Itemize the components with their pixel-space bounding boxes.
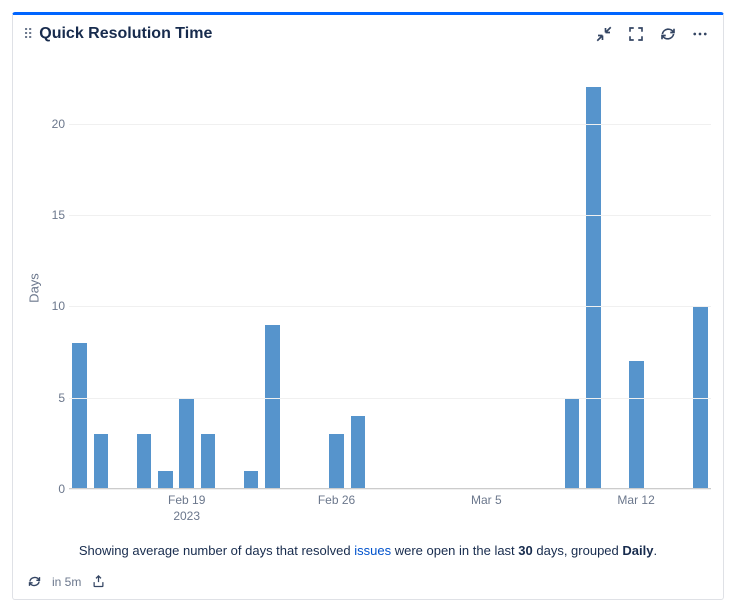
chart-bar[interactable] — [351, 416, 366, 489]
desc-mid1: were open in the last — [391, 543, 518, 558]
chart-bar[interactable] — [244, 471, 259, 489]
y-tick-label: 15 — [41, 208, 65, 222]
bar-slot — [155, 69, 176, 489]
chart-bar[interactable] — [629, 361, 644, 489]
card-title: Quick Resolution Time — [39, 25, 595, 43]
y-tick-label: 20 — [41, 117, 65, 131]
desc-grouping: Daily — [622, 543, 653, 558]
grid-line — [69, 398, 711, 399]
fullscreen-icon[interactable] — [627, 25, 645, 43]
desc-mid2: days, grouped — [533, 543, 623, 558]
x-tick-label: Mar 12 — [617, 493, 654, 507]
bar-slot — [112, 69, 133, 489]
bar-slot — [262, 69, 283, 489]
chart-bar[interactable] — [158, 471, 173, 489]
y-tick-label: 5 — [41, 391, 65, 405]
bar-slot — [604, 69, 625, 489]
bar-slot — [497, 69, 518, 489]
grid-line — [69, 306, 711, 307]
bar-slot — [690, 69, 711, 489]
issues-link[interactable]: issues — [354, 543, 391, 558]
bar-slot — [519, 69, 540, 489]
bar-slot — [476, 69, 497, 489]
bar-slot — [412, 69, 433, 489]
card-actions — [595, 25, 709, 43]
chart-bar[interactable] — [179, 398, 194, 489]
x-tick-label: Feb 26 — [318, 493, 355, 507]
desc-prefix: Showing average number of days that reso… — [79, 543, 354, 558]
export-icon[interactable] — [91, 574, 106, 589]
bar-slot — [433, 69, 454, 489]
bar-slot — [369, 69, 390, 489]
chart-bar[interactable] — [72, 343, 87, 489]
refresh-icon[interactable] — [659, 25, 677, 43]
collapse-icon[interactable] — [595, 25, 613, 43]
chart-area: Days 05101520Feb 192023Feb 26Mar 5Mar 12 — [13, 49, 723, 527]
chart-bars — [69, 69, 711, 489]
chart-bar[interactable] — [586, 87, 601, 489]
bar-slot — [304, 69, 325, 489]
bar-slot — [390, 69, 411, 489]
bar-slot — [626, 69, 647, 489]
chart-plot: 05101520Feb 192023Feb 26Mar 5Mar 12 — [69, 69, 711, 489]
bar-slot — [454, 69, 475, 489]
x-tick-label: Feb 19 — [168, 493, 205, 507]
grid-line — [69, 215, 711, 216]
bar-slot — [647, 69, 668, 489]
desc-days: 30 — [518, 543, 532, 558]
chart-description: Showing average number of days that reso… — [13, 527, 723, 568]
refresh-countdown: in 5m — [52, 575, 81, 589]
refresh-small-icon[interactable] — [27, 574, 42, 589]
bar-slot — [197, 69, 218, 489]
chart-bar[interactable] — [94, 434, 109, 489]
x-tick-label: Mar 5 — [471, 493, 502, 507]
drag-handle-icon[interactable]: ⠿ — [23, 26, 31, 43]
report-card: ⠿ Quick Resolution Time — [12, 12, 724, 600]
y-tick-label: 0 — [41, 482, 65, 496]
x-tick-sublabel: 2023 — [173, 509, 200, 523]
bar-slot — [240, 69, 261, 489]
chart-bar[interactable] — [137, 434, 152, 489]
bar-slot — [561, 69, 582, 489]
bar-slot — [668, 69, 689, 489]
desc-suffix: . — [653, 543, 657, 558]
card-header: ⠿ Quick Resolution Time — [13, 15, 723, 49]
chart-bar[interactable] — [565, 398, 580, 489]
bar-slot — [540, 69, 561, 489]
bar-slot — [347, 69, 368, 489]
bar-slot — [283, 69, 304, 489]
y-axis-label: Days — [26, 273, 41, 303]
bar-slot — [133, 69, 154, 489]
card-footer: in 5m — [13, 568, 723, 599]
chart-bar[interactable] — [329, 434, 344, 489]
chart-bar[interactable] — [201, 434, 216, 489]
grid-line — [69, 489, 711, 490]
bar-slot — [583, 69, 604, 489]
chart-bar[interactable] — [265, 325, 280, 489]
bar-slot — [176, 69, 197, 489]
bar-slot — [326, 69, 347, 489]
bar-slot — [219, 69, 240, 489]
y-tick-label: 10 — [41, 299, 65, 313]
bar-slot — [69, 69, 90, 489]
bar-slot — [90, 69, 111, 489]
grid-line — [69, 124, 711, 125]
more-icon[interactable] — [691, 25, 709, 43]
